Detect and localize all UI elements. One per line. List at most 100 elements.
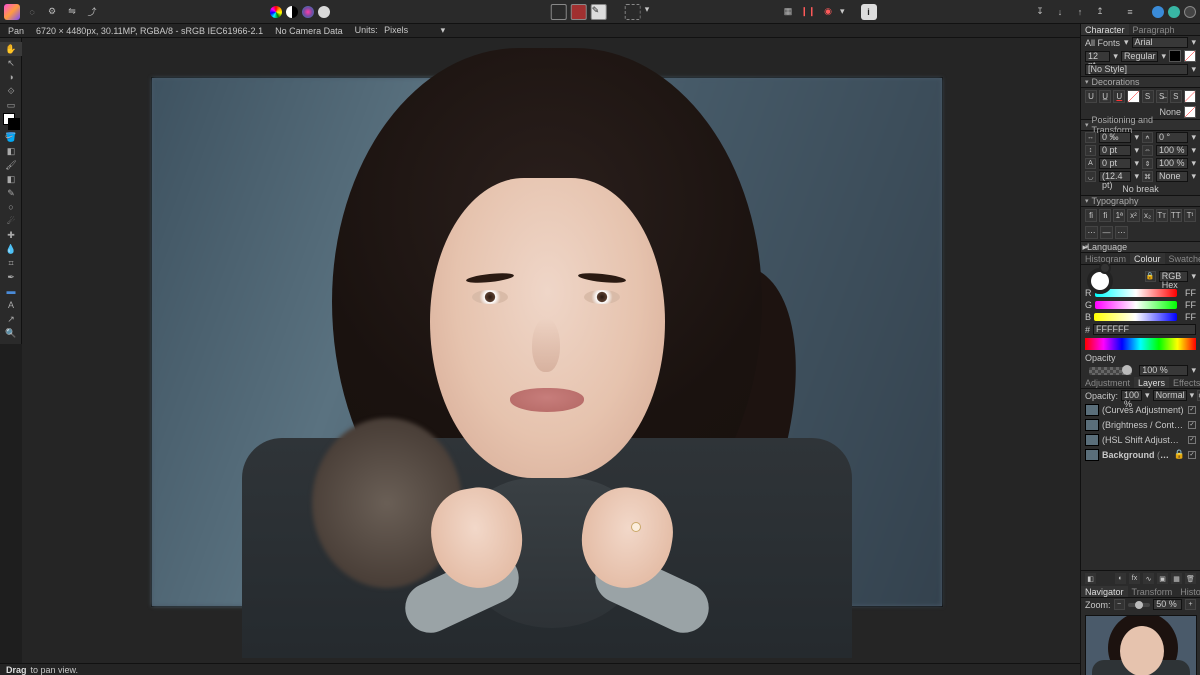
paint-brush-tool-icon[interactable]: 🖌: [0, 158, 22, 172]
app-logo-icon[interactable]: [4, 4, 20, 20]
healing-tool-icon[interactable]: ✚: [0, 228, 22, 242]
layer-visible-checkbox[interactable]: ✓: [1188, 406, 1196, 414]
contextual-ligatures-icon[interactable]: ﬁ: [1099, 209, 1111, 222]
spectrum-slider[interactable]: [1085, 338, 1196, 350]
selection-tool-icon[interactable]: ▭: [0, 98, 22, 112]
dodge-tool-icon[interactable]: ○: [0, 200, 22, 214]
align-icon[interactable]: ≡: [1122, 4, 1138, 20]
document-canvas[interactable]: [152, 78, 942, 606]
blur-tool-icon[interactable]: 💧: [0, 242, 22, 256]
special-field[interactable]: None: [1156, 171, 1188, 182]
persona-develop-icon[interactable]: [302, 6, 314, 18]
zoom-out-icon[interactable]: −: [1114, 599, 1125, 610]
shear-field[interactable]: 0 °: [1156, 132, 1188, 143]
typo-more-3-icon[interactable]: ⋯: [1115, 226, 1128, 239]
units-value[interactable]: Pixels: [384, 25, 408, 35]
zoom-in-icon[interactable]: +: [1185, 599, 1196, 610]
units-chevron-icon[interactable]: ▾: [441, 25, 446, 35]
delete-layer-icon[interactable]: 🗑: [1185, 573, 1196, 584]
smudge-tool-icon[interactable]: ☄: [0, 214, 22, 228]
tab-adjustment[interactable]: Adjustment: [1081, 377, 1134, 388]
superscript-icon[interactable]: x²: [1127, 209, 1139, 222]
mask-layer-icon[interactable]: ◧: [1085, 573, 1096, 584]
channel-B-slider[interactable]: [1094, 313, 1177, 321]
standard-ligatures-icon[interactable]: fi: [1085, 209, 1097, 222]
pen-tool-icon[interactable]: ✒: [0, 270, 22, 284]
tab-history[interactable]: History: [1176, 586, 1200, 597]
add-pixel-layer-icon[interactable]: ▦: [1171, 573, 1182, 584]
text-tool-icon[interactable]: A: [0, 298, 22, 312]
quickmask-chevron-icon[interactable]: ▾: [645, 4, 650, 20]
layer-visible-checkbox[interactable]: ✓: [1188, 451, 1196, 459]
chevron-down-icon[interactable]: ▾: [1124, 37, 1129, 48]
channel-G-value[interactable]: FF: [1180, 300, 1196, 310]
double-strike-icon[interactable]: S̶: [1156, 90, 1168, 103]
text-style-field[interactable]: [No Style]: [1085, 64, 1188, 75]
persona-photo-icon[interactable]: [270, 6, 282, 18]
open-icon[interactable]: ◌: [24, 4, 40, 20]
typo-more-2-icon[interactable]: —: [1100, 226, 1113, 239]
baseline-field[interactable]: 0 pt: [1099, 158, 1131, 169]
zoom-slider[interactable]: [1128, 603, 1151, 607]
node-tool-icon[interactable]: ↗: [0, 312, 22, 326]
fonts-filter-label[interactable]: All Fonts: [1085, 38, 1121, 48]
tab-transform[interactable]: Transform: [1128, 586, 1177, 597]
chevron-down-icon[interactable]: ▾: [1191, 37, 1196, 48]
shape-tool-icon[interactable]: ▬: [0, 284, 22, 298]
text-bg-swatch[interactable]: [1184, 50, 1196, 62]
assistant-icon[interactable]: ◉: [820, 4, 836, 20]
live-filter-icon[interactable]: ∿: [1143, 573, 1154, 584]
secondary-colour-well[interactable]: [1099, 262, 1111, 274]
workspace[interactable]: [22, 38, 1080, 663]
select-refine-icon[interactable]: ✎: [591, 4, 607, 20]
tab-navigator[interactable]: Navigator: [1081, 586, 1128, 597]
strikethrough-icon[interactable]: S: [1142, 90, 1154, 103]
arrange-forward-icon[interactable]: ↑: [1072, 4, 1088, 20]
titlecase-icon[interactable]: Tᵗ: [1184, 209, 1196, 222]
adjustment-layer-icon[interactable]: ◐: [1115, 573, 1126, 584]
sync-icon[interactable]: [1168, 6, 1180, 18]
grid-icon[interactable]: ▦: [780, 4, 796, 20]
section-decorations[interactable]: Decorations: [1081, 76, 1200, 88]
channel-B-value[interactable]: FF: [1180, 312, 1196, 322]
double-underline-icon[interactable]: U̲: [1099, 90, 1111, 103]
chevron-down-icon[interactable]: ▾: [1113, 51, 1118, 62]
hscale-field[interactable]: 100 %: [1156, 145, 1188, 156]
tracking-field[interactable]: 0 ‰: [1099, 132, 1131, 143]
arrange-front-icon[interactable]: ↥: [1092, 4, 1108, 20]
lock-icon[interactable]: 🔒: [1174, 449, 1185, 460]
typo-more-1-icon[interactable]: ⋯: [1085, 226, 1098, 239]
fx-layer-icon[interactable]: fx: [1129, 573, 1140, 584]
colour-lock-icon[interactable]: 🔒: [1145, 271, 1156, 282]
share-icon[interactable]: ⤴: [84, 4, 100, 20]
arrange-back-icon[interactable]: ↧: [1032, 4, 1048, 20]
strike-colour-icon[interactable]: S: [1170, 90, 1182, 103]
layer-row[interactable]: (Curves Adjustment)✓: [1081, 402, 1200, 417]
gradient-tool-icon[interactable]: ◧: [0, 144, 22, 158]
no-break-label[interactable]: No break: [1122, 184, 1159, 194]
section-positioning[interactable]: Positioning and Transform: [1081, 119, 1200, 131]
allcaps-icon[interactable]: TT: [1170, 209, 1182, 222]
tab-effects[interactable]: Effects: [1169, 377, 1200, 388]
underline-none-icon[interactable]: [1127, 90, 1139, 103]
zoom-field[interactable]: 50 %: [1153, 599, 1182, 610]
hex-field[interactable]: FFFFFF: [1093, 324, 1196, 335]
subscript-icon[interactable]: x₂: [1142, 209, 1154, 222]
ordinals-icon[interactable]: 1ª: [1113, 209, 1125, 222]
arrange-backward-icon[interactable]: ↓: [1052, 4, 1068, 20]
chevron-down-icon[interactable]: ▾: [1191, 64, 1196, 75]
layer-visible-checkbox[interactable]: ✓: [1188, 421, 1196, 429]
mirror-icon[interactable]: ⇋: [64, 4, 80, 20]
persona-liquify-icon[interactable]: [286, 6, 298, 18]
flood-fill-tool-icon[interactable]: 🪣: [0, 130, 22, 144]
layer-row[interactable]: Background (Pixel)🔒✓: [1081, 447, 1200, 462]
colour-opacity-field[interactable]: 100 %: [1139, 365, 1188, 376]
tab-colour[interactable]: Colour: [1130, 253, 1165, 264]
crop-tool-icon[interactable]: ⟐: [0, 84, 22, 98]
layer-row[interactable]: (HSL Shift Adjustment)✓: [1081, 432, 1200, 447]
chevron-down-icon[interactable]: ▾: [1161, 51, 1166, 62]
swatch-pair[interactable]: [0, 112, 22, 130]
underline-icon[interactable]: U: [1085, 90, 1097, 103]
info-icon[interactable]: i: [861, 4, 877, 20]
zoom-tool-icon[interactable]: 🔍: [0, 326, 22, 340]
